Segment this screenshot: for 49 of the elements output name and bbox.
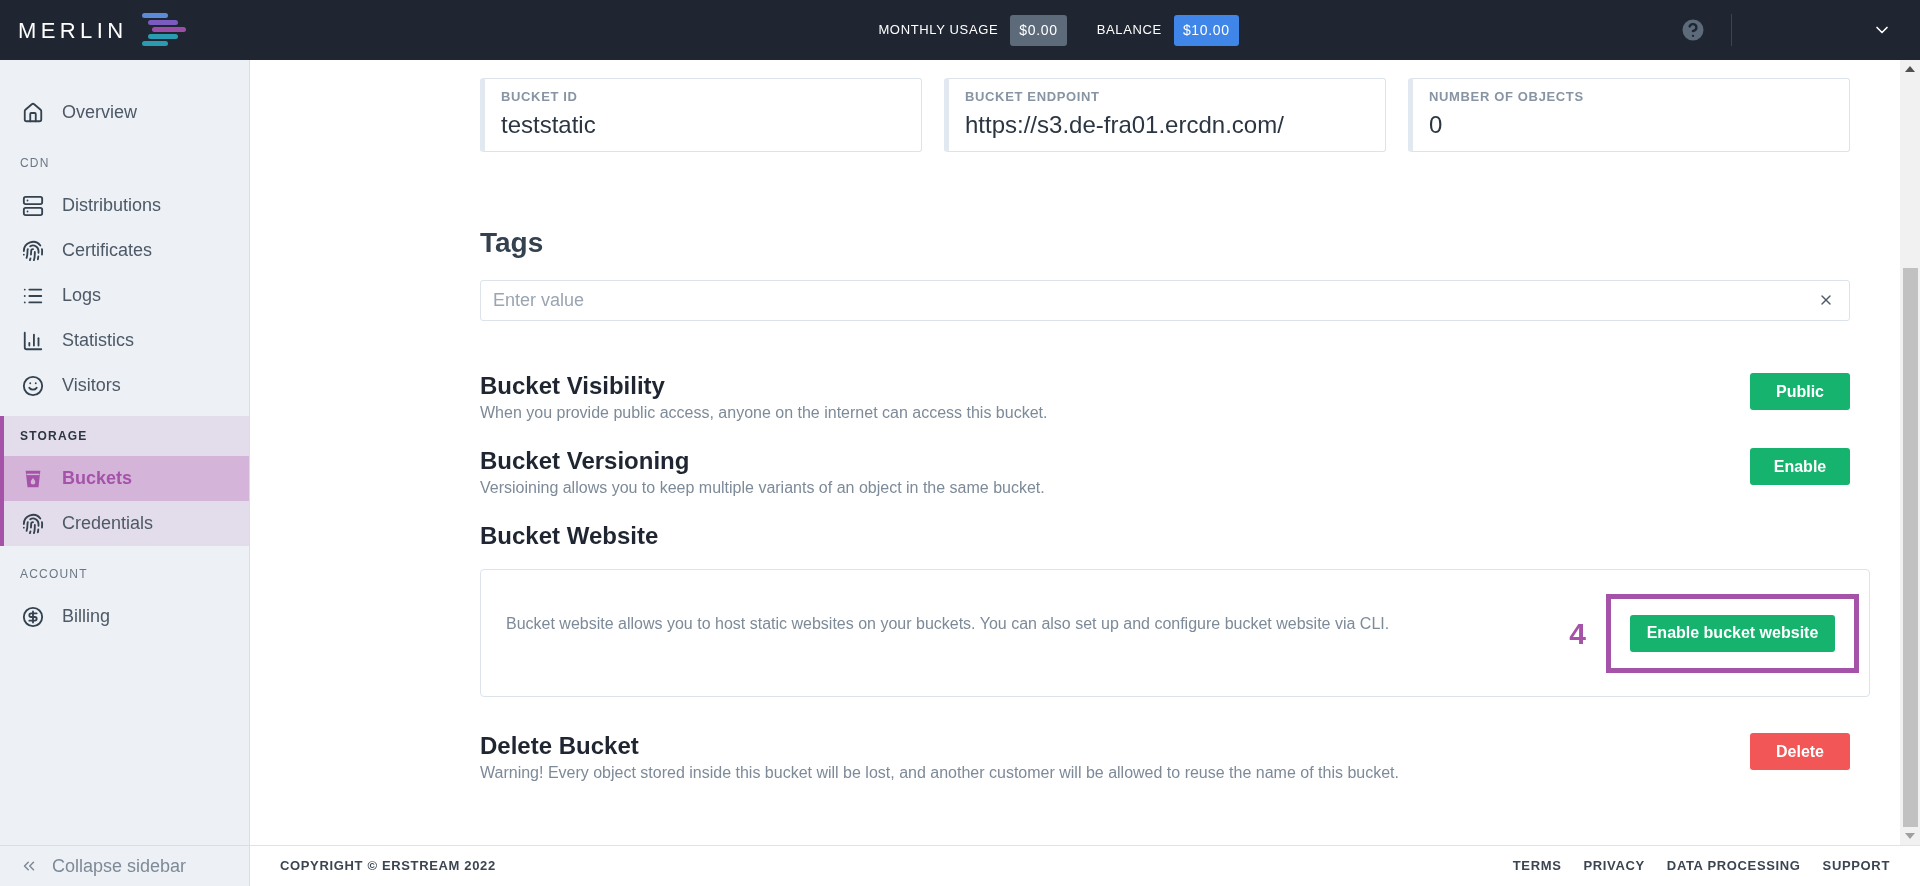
balance-badge: $10.00 bbox=[1173, 14, 1239, 46]
usage-badge: $0.00 bbox=[1010, 14, 1067, 46]
bar-chart-icon bbox=[22, 329, 44, 352]
server-icon bbox=[22, 194, 44, 217]
info-card-label: BUCKET ENDPOINT bbox=[965, 88, 1101, 106]
setting-title: Bucket Visibility bbox=[480, 371, 666, 401]
tags-input-field[interactable]: Enter value bbox=[480, 280, 1850, 321]
setting-description: Warning! Every object stored inside this bucket will be lost, and another customer will be allowed to reuse the name of this bucket. bbox=[480, 763, 1399, 783]
footer-link[interactable]: TERMS bbox=[1512, 856, 1562, 876]
info-card-value: teststatic bbox=[501, 109, 597, 140]
copyright-text: COPYRIGHT © ERSTREAM 2022 bbox=[280, 857, 497, 876]
usage-label: MONTHLY USAGE bbox=[878, 21, 999, 40]
sidebar-item[interactable]: Certificates bbox=[4, 228, 249, 273]
info-card-value: 0 bbox=[1429, 109, 1444, 140]
sidebar-item[interactable]: Distributions bbox=[4, 183, 249, 228]
balance-label: BALANCE bbox=[1096, 21, 1162, 40]
sidebar-item[interactable]: Logs bbox=[4, 273, 249, 318]
annotation-number: 4 bbox=[1569, 615, 1586, 652]
setting-title: Bucket Website bbox=[480, 521, 660, 551]
sidebar-item[interactable]: Billing bbox=[4, 594, 249, 639]
setting-description: Bucket website allows you to host static websites on your buckets. You can also set up and configure bucket website via CLI. bbox=[506, 614, 1391, 634]
fingerprint-icon bbox=[22, 512, 44, 535]
scrollbar-thumb[interactable] bbox=[1902, 268, 1918, 827]
setting-description: When you provide public access, anyone on the internet can access this bucket. bbox=[480, 403, 1048, 423]
setting-title: Bucket Versioning bbox=[480, 446, 691, 476]
dollar-icon bbox=[22, 605, 44, 628]
setting-title: Delete Bucket bbox=[480, 731, 640, 761]
action-button[interactable]: Delete bbox=[1750, 733, 1850, 770]
logo-text: MERLIN bbox=[18, 16, 128, 45]
sidebar-item[interactable]: Credentials bbox=[4, 501, 249, 546]
sidebar-item[interactable]: Overview bbox=[4, 90, 249, 135]
info-card-label: NUMBER OF OBJECTS bbox=[1429, 88, 1585, 106]
sidebar-item[interactable]: Visitors bbox=[4, 363, 249, 408]
sidebar-section-label: ACCOUNT bbox=[19, 566, 89, 583]
home-icon bbox=[22, 101, 44, 124]
sidebar-item[interactable]: Statistics bbox=[4, 318, 249, 363]
tags-heading: Tags bbox=[480, 226, 545, 260]
setting-description: Versioining allows you to keep multiple variants of an object in the same bucket. bbox=[480, 478, 1045, 498]
footer-link[interactable]: SUPPORT bbox=[1822, 856, 1890, 876]
footer-link[interactable]: PRIVACY bbox=[1583, 856, 1645, 876]
scroll-up-icon[interactable] bbox=[1905, 66, 1915, 72]
footer-link[interactable]: DATA PROCESSING bbox=[1666, 856, 1801, 876]
sidebar-section-label: STORAGE bbox=[19, 428, 89, 445]
info-card-label: BUCKET ID bbox=[501, 88, 579, 106]
info-card-value: https://s3.de-fra01.ercdn.com/ bbox=[965, 109, 1285, 140]
sidebar-section-label: CDN bbox=[19, 155, 51, 172]
help-icon[interactable] bbox=[1679, 16, 1707, 44]
smiley-icon bbox=[22, 374, 44, 397]
fingerprint-icon bbox=[22, 239, 44, 262]
